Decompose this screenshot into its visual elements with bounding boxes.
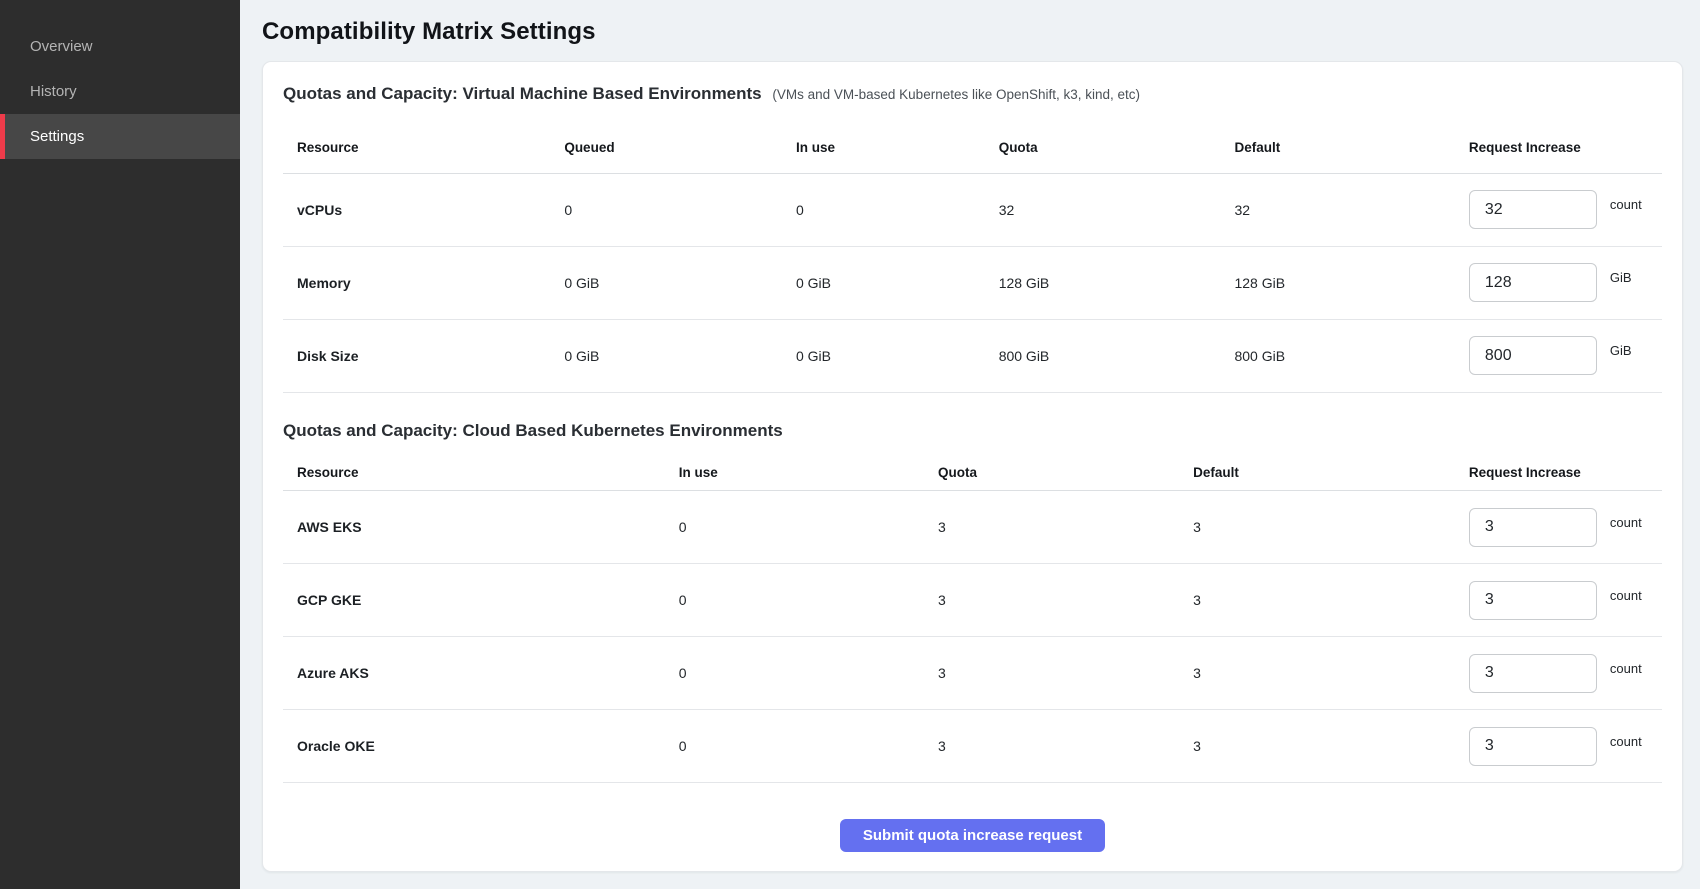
- request-increase-cell: count: [1469, 710, 1662, 783]
- in-use-cell: 0: [796, 173, 999, 246]
- quota-cell: 128 GiB: [999, 246, 1235, 319]
- unit-label: count: [1610, 734, 1642, 749]
- k8s-table-header-row: Resource In use Quota Default Request In…: [283, 455, 1662, 491]
- column-header-quota: Quota: [999, 123, 1235, 173]
- resource-cell: Disk Size: [283, 319, 564, 392]
- unit-label: count: [1610, 515, 1642, 530]
- queued-cell: 0: [564, 173, 796, 246]
- resource-cell: AWS EKS: [283, 491, 679, 564]
- column-header-in-use: In use: [679, 455, 938, 491]
- vm-quota-table: Resource Queued In use Quota Default Req…: [283, 123, 1662, 393]
- sidebar-item-overview[interactable]: Overview: [0, 24, 240, 69]
- disk-size-request-input[interactable]: [1469, 336, 1597, 375]
- column-header-resource: Resource: [283, 123, 564, 173]
- queued-cell: 0 GiB: [564, 319, 796, 392]
- request-increase-cell: count: [1469, 173, 1662, 246]
- queued-cell: 0 GiB: [564, 246, 796, 319]
- aws-eks-request-input[interactable]: [1469, 508, 1597, 547]
- sidebar: Overview History Settings: [0, 0, 240, 889]
- column-header-default: Default: [1234, 123, 1468, 173]
- page-title: Compatibility Matrix Settings: [262, 18, 1683, 46]
- table-row-gcp-gke: GCP GKE 0 3 3 count: [283, 564, 1662, 637]
- table-row-vcpus: vCPUs 0 0 32 32 count: [283, 173, 1662, 246]
- resource-cell: Oracle OKE: [283, 710, 679, 783]
- k8s-section-title: Quotas and Capacity: Cloud Based Kuberne…: [283, 419, 1662, 443]
- quota-cell: 800 GiB: [999, 319, 1235, 392]
- vm-table-header-row: Resource Queued In use Quota Default Req…: [283, 123, 1662, 173]
- resource-cell: vCPUs: [283, 173, 564, 246]
- unit-label: count: [1610, 661, 1642, 676]
- azure-aks-request-input[interactable]: [1469, 654, 1597, 693]
- table-row-aws-eks: AWS EKS 0 3 3 count: [283, 491, 1662, 564]
- table-row-disk-size: Disk Size 0 GiB 0 GiB 800 GiB 800 GiB Gi…: [283, 319, 1662, 392]
- column-header-request-increase: Request Increase: [1469, 123, 1662, 173]
- request-increase-cell: count: [1469, 564, 1662, 637]
- column-header-queued: Queued: [564, 123, 796, 173]
- resource-cell: Azure AKS: [283, 637, 679, 710]
- vcpus-request-input[interactable]: [1469, 190, 1597, 229]
- request-increase-cell: count: [1469, 491, 1662, 564]
- quotas-card: Quotas and Capacity: Virtual Machine Bas…: [262, 61, 1683, 872]
- table-row-memory: Memory 0 GiB 0 GiB 128 GiB 128 GiB GiB: [283, 246, 1662, 319]
- sidebar-item-label: Settings: [30, 128, 84, 145]
- main-content: Compatibility Matrix Settings Quotas and…: [240, 0, 1700, 889]
- quota-cell: 3: [938, 710, 1193, 783]
- unit-label: count: [1610, 588, 1642, 603]
- sidebar-item-label: History: [30, 83, 77, 100]
- sidebar-item-history[interactable]: History: [0, 69, 240, 114]
- default-cell: 3: [1193, 710, 1469, 783]
- active-accent-bar: [0, 114, 5, 159]
- gcp-gke-request-input[interactable]: [1469, 581, 1597, 620]
- vm-section-title: Quotas and Capacity: Virtual Machine Bas…: [283, 82, 1662, 107]
- table-row-oracle-oke: Oracle OKE 0 3 3 count: [283, 710, 1662, 783]
- in-use-cell: 0: [679, 491, 938, 564]
- column-header-default: Default: [1193, 455, 1469, 491]
- column-header-quota: Quota: [938, 455, 1193, 491]
- request-increase-cell: GiB: [1469, 319, 1662, 392]
- default-cell: 3: [1193, 491, 1469, 564]
- default-cell: 800 GiB: [1234, 319, 1468, 392]
- vm-section-title-text: Quotas and Capacity: Virtual Machine Bas…: [283, 84, 762, 103]
- table-row-azure-aks: Azure AKS 0 3 3 count: [283, 637, 1662, 710]
- in-use-cell: 0 GiB: [796, 319, 999, 392]
- default-cell: 3: [1193, 637, 1469, 710]
- memory-request-input[interactable]: [1469, 263, 1597, 302]
- unit-label: count: [1610, 197, 1642, 212]
- column-header-resource: Resource: [283, 455, 679, 491]
- button-row: Submit quota increase request: [283, 819, 1662, 852]
- submit-quota-increase-button[interactable]: Submit quota increase request: [840, 819, 1105, 852]
- k8s-quota-table: Resource In use Quota Default Request In…: [283, 455, 1662, 784]
- resource-cell: Memory: [283, 246, 564, 319]
- column-header-request-increase: Request Increase: [1469, 455, 1662, 491]
- vm-section-subtitle: (VMs and VM-based Kubernetes like OpenSh…: [772, 87, 1140, 102]
- default-cell: 32: [1234, 173, 1468, 246]
- quota-cell: 3: [938, 637, 1193, 710]
- quota-cell: 3: [938, 564, 1193, 637]
- sidebar-item-label: Overview: [30, 38, 93, 55]
- column-header-in-use: In use: [796, 123, 999, 173]
- in-use-cell: 0: [679, 564, 938, 637]
- resource-cell: GCP GKE: [283, 564, 679, 637]
- request-increase-cell: count: [1469, 637, 1662, 710]
- request-increase-cell: GiB: [1469, 246, 1662, 319]
- unit-label: GiB: [1610, 270, 1632, 285]
- in-use-cell: 0 GiB: [796, 246, 999, 319]
- quota-cell: 32: [999, 173, 1235, 246]
- in-use-cell: 0: [679, 710, 938, 783]
- default-cell: 128 GiB: [1234, 246, 1468, 319]
- in-use-cell: 0: [679, 637, 938, 710]
- oracle-oke-request-input[interactable]: [1469, 727, 1597, 766]
- quota-cell: 3: [938, 491, 1193, 564]
- unit-label: GiB: [1610, 343, 1632, 358]
- default-cell: 3: [1193, 564, 1469, 637]
- sidebar-item-settings[interactable]: Settings: [0, 114, 240, 159]
